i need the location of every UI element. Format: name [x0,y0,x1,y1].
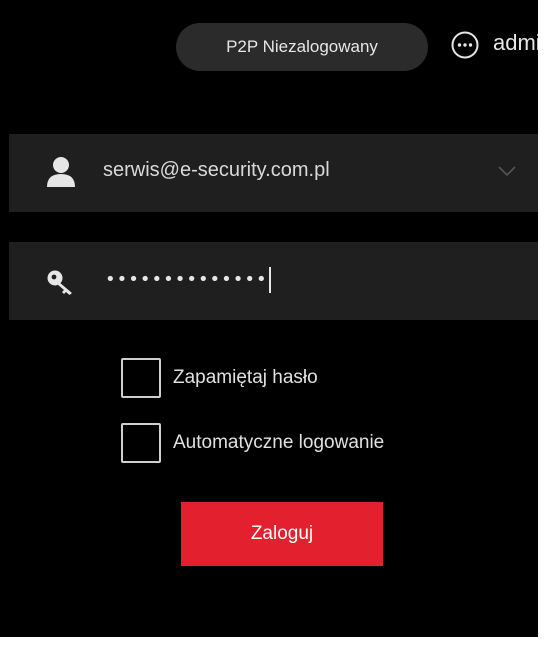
password-input[interactable]: •••••••••••••• [105,267,271,293]
more-options-icon[interactable] [450,30,480,60]
text-caret [268,267,271,293]
p2p-status-badge[interactable]: P2P Niezalogowany [176,23,428,71]
key-icon [47,270,72,295]
remember-password-option[interactable]: Zapamiętaj hasło [121,358,318,398]
login-button[interactable]: Zaloguj [181,502,383,566]
remember-password-checkbox[interactable] [121,358,161,398]
auto-login-label[interactable]: Automatyczne logowanie [173,432,384,454]
chevron-down-icon[interactable] [497,164,517,178]
auto-login-option[interactable]: Automatyczne logowanie [121,423,384,463]
auto-login-checkbox[interactable] [121,423,161,463]
account-field[interactable]: serwis@e-security.com.pl [9,134,538,212]
current-user-label[interactable]: admin [493,30,538,56]
remember-password-label[interactable]: Zapamiętaj hasło [173,367,318,389]
password-mask: •••••••••••••• [105,269,268,290]
user-icon [47,157,75,187]
account-value[interactable]: serwis@e-security.com.pl [103,159,330,182]
password-field[interactable]: •••••••••••••• [9,242,538,320]
login-panel: P2P Niezalogowany admin serwis@e-securit… [0,0,538,637]
